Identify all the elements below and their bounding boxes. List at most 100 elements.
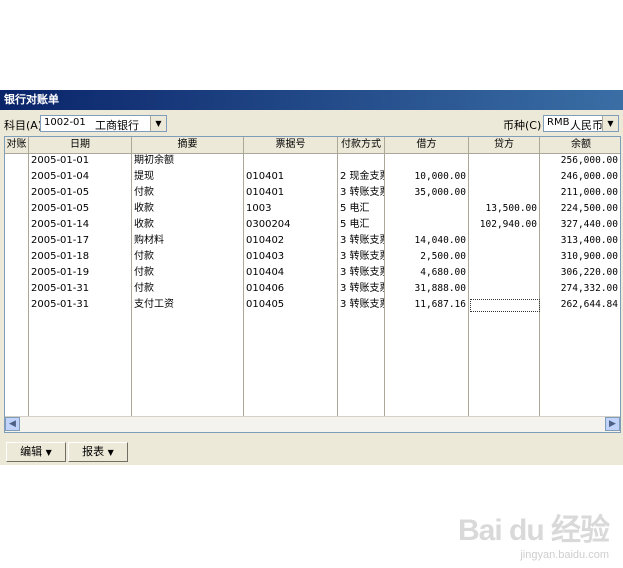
cell-summary: 收款: [134, 203, 154, 214]
cell-voucher: 0300204: [246, 219, 291, 230]
subject-code: 1002-01: [44, 117, 86, 128]
cell-date: 2005-01-31: [31, 283, 90, 294]
cell-debit: [385, 217, 466, 233]
cell-date: 2005-01-05: [31, 203, 90, 214]
table-row[interactable]: 2005-01-14 收款 0300204 5 电汇 102,940.00 32…: [5, 217, 620, 233]
cell-paymethod: 3 转账支票: [340, 251, 384, 262]
cell-balance: 327,440.00: [560, 219, 618, 230]
cell-date: 2005-01-19: [31, 267, 90, 278]
cell-debit: 35,000.00: [414, 187, 466, 198]
statement-table: 对账 日期 摘要 票据号 付款方式 借方 贷方 余额 2005-01-01 期初…: [4, 136, 621, 433]
table-row[interactable]: 2005-01-31 支付工资 010405 3 转账支票 11,687.16 …: [5, 297, 620, 313]
cell-summary: 支付工资: [134, 299, 174, 310]
caret-down-icon: ▼: [45, 448, 52, 457]
table-row[interactable]: 2005-01-17 购材料 010402 3 转账支票 14,040.00 3…: [5, 233, 620, 249]
cell-summary: 购材料: [134, 235, 164, 246]
cell-credit: [469, 281, 537, 297]
cell-debit: 10,000.00: [414, 171, 466, 182]
cell-debit: [385, 153, 466, 169]
table-row[interactable]: 2005-01-04 提现 010401 2 现金支票 10,000.00 24…: [5, 169, 620, 185]
table-row[interactable]: 2005-01-18 付款 010403 3 转账支票 2,500.00 310…: [5, 249, 620, 265]
edit-button-label: 编辑: [20, 445, 43, 458]
col-header-summary[interactable]: 摘要: [132, 137, 244, 153]
cell-voucher: 010406: [246, 283, 285, 294]
table-row[interactable]: 2005-01-05 收款 1003 5 电汇 13,500.00 224,50…: [5, 201, 620, 217]
cell-voucher: 010404: [246, 267, 285, 278]
report-button[interactable]: 报表 ▼: [68, 442, 128, 462]
chevron-down-icon[interactable]: ▼: [150, 116, 166, 131]
cell-credit: [469, 265, 537, 281]
col-header-debit[interactable]: 借方: [385, 137, 469, 153]
cell-summary: 付款: [134, 187, 154, 198]
cell-debit: [385, 201, 466, 217]
cell-date: 2005-01-14: [31, 219, 90, 230]
cell-debit: 14,040.00: [414, 235, 466, 246]
col-header-date[interactable]: 日期: [29, 137, 132, 153]
cell-paymethod: 2 现金支票: [340, 171, 384, 182]
cell-date: 2005-01-18: [31, 251, 90, 262]
horizontal-scrollbar[interactable]: ◀ ▶: [5, 416, 620, 432]
cell-paymethod: 3 转账支票: [340, 267, 384, 278]
col-header-voucher[interactable]: 票据号: [244, 137, 338, 153]
chevron-down-icon[interactable]: ▼: [602, 116, 618, 131]
cell-balance: 211,000.00: [560, 187, 618, 198]
cell-credit: [469, 233, 537, 249]
cell-voucher: 010405: [246, 299, 285, 310]
cell-balance: 313,400.00: [560, 235, 618, 246]
cell-credit: 13,500.00: [485, 203, 537, 214]
cell-summary: 付款: [134, 267, 154, 278]
scroll-right-icon[interactable]: ▶: [605, 417, 620, 431]
cell-voucher: 010403: [246, 251, 285, 262]
cell-balance: 262,644.84: [560, 299, 618, 310]
table-body: 2005-01-01 期初余额 256,000.00 2005-01-04 提现…: [5, 153, 620, 313]
table-row[interactable]: 2005-01-01 期初余额 256,000.00: [5, 153, 620, 169]
cell-paymethod: 3 转账支票: [340, 235, 384, 246]
table-row[interactable]: 2005-01-31 付款 010406 3 转账支票 31,888.00 27…: [5, 281, 620, 297]
subject-select[interactable]: 1002-01 工商银行 ▼: [40, 115, 167, 132]
bank-statement-window: 银行对账单 科目(A) 1002-01 工商银行 ▼ 币种(C) RMB 人民币…: [0, 90, 623, 465]
col-header-balance[interactable]: 余额: [540, 137, 620, 153]
currency-select[interactable]: RMB 人民币 ▼: [543, 115, 619, 132]
cell-date: 2005-01-04: [31, 171, 90, 182]
cell-voucher: 010401: [246, 171, 285, 182]
edit-button[interactable]: 编辑 ▼: [6, 442, 66, 462]
cell-debit: 31,888.00: [414, 283, 466, 294]
cell-credit: 102,940.00: [479, 219, 537, 230]
table-row[interactable]: 2005-01-05 付款 010401 3 转账支票 35,000.00 21…: [5, 185, 620, 201]
cell-debit: 4,680.00: [420, 267, 466, 278]
col-header-paymethod[interactable]: 付款方式: [338, 137, 385, 153]
cell-paymethod: 5 电汇: [340, 203, 370, 214]
cell-credit: [469, 169, 537, 185]
caret-down-icon: ▼: [107, 448, 114, 457]
table-row[interactable]: 2005-01-19 付款 010404 3 转账支票 4,680.00 306…: [5, 265, 620, 281]
cell-balance: 224,500.00: [560, 203, 618, 214]
cell-summary: 提现: [134, 171, 154, 182]
cell-balance: 246,000.00: [560, 171, 618, 182]
currency-name: 人民币: [570, 119, 603, 132]
scroll-left-icon[interactable]: ◀: [5, 417, 20, 431]
cell-voucher: 010402: [246, 235, 285, 246]
active-cell-editor[interactable]: [470, 299, 540, 312]
col-header-credit[interactable]: 贷方: [469, 137, 540, 153]
currency-label: 币种(C): [503, 119, 542, 132]
cell-balance: 274,332.00: [560, 283, 618, 294]
cell-date: 2005-01-05: [31, 187, 90, 198]
cell-summary: 收款: [134, 219, 154, 230]
cell-paymethod: 3 转账支票: [340, 299, 384, 310]
cell-paymethod: [340, 153, 384, 169]
col-header-check[interactable]: 对账: [5, 137, 29, 153]
cell-balance: 310,900.00: [560, 251, 618, 262]
cell-summary: 期初余额: [134, 155, 174, 166]
cell-credit: [469, 185, 537, 201]
cell-paymethod: 5 电汇: [340, 219, 370, 230]
subject-label: 科目(A): [4, 119, 43, 132]
currency-code: RMB: [547, 117, 570, 128]
watermark-url: jingyan.baidu.com: [520, 549, 609, 561]
cell-balance: 256,000.00: [560, 155, 618, 166]
cell-date: 2005-01-01: [31, 155, 90, 166]
table-header: 对账 日期 摘要 票据号 付款方式 借方 贷方 余额: [5, 137, 620, 154]
cell-credit: [469, 153, 537, 169]
cell-voucher: 010401: [246, 187, 285, 198]
cell-date: 2005-01-17: [31, 235, 90, 246]
cell-credit: [469, 249, 537, 265]
